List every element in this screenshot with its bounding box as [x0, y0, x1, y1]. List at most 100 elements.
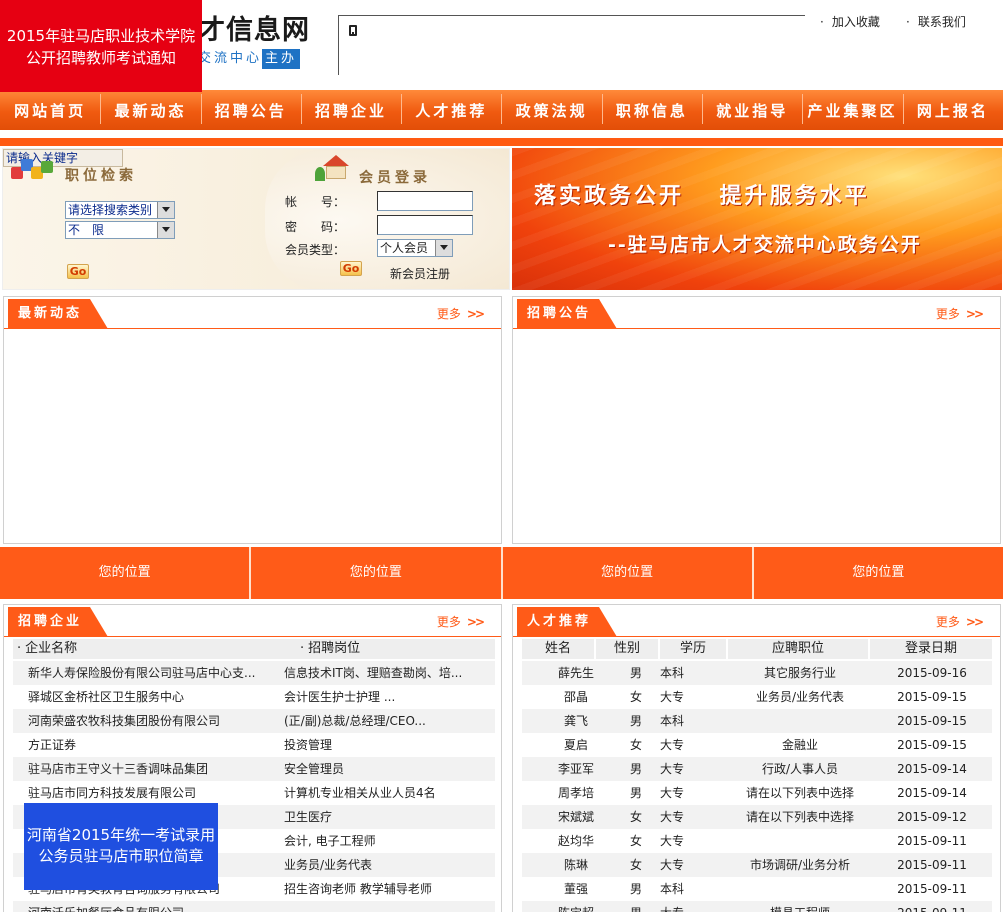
table-row[interactable]: 河南沃乐加餐厅食品有限公司	[13, 901, 495, 912]
double-chevron-right-icon: >>	[466, 615, 485, 629]
logo-subtitle-a: 交流中心	[198, 51, 263, 66]
company-name[interactable]: 驻马店市王守义十三香调味品集团	[28, 757, 284, 781]
position-cell[interactable]: 您的位置	[251, 547, 503, 599]
company-name[interactable]: 方正证券	[28, 733, 284, 757]
search-range-value: 不 限	[68, 223, 105, 237]
table-row[interactable]: 宋斌斌女大专 请在以下列表中选择 2015-09-12	[522, 805, 992, 829]
header-job-post: 招聘岗位	[300, 639, 360, 659]
double-chevron-right-icon: >>	[965, 307, 984, 321]
job-post[interactable]: 会计医生护士护理 ...	[284, 685, 495, 709]
talent-applied-position: 模具工程师	[700, 901, 900, 912]
job-post[interactable]: 会计, 电子工程师	[284, 829, 495, 853]
nav-companies[interactable]: 招聘企业	[300, 93, 401, 124]
people-icon	[9, 151, 59, 183]
table-row[interactable]: 新华人寿保险股份有限公司驻马店中心支... 信息技术IT岗、理赔查勘岗、培...	[13, 661, 495, 685]
table-row[interactable]: 陈宝超男大专模具工程师2015-09-11	[522, 901, 992, 912]
position-cell[interactable]: 您的位置	[753, 547, 1003, 599]
banner-headline: 落实政务公开 提升服务水平	[534, 184, 870, 209]
company-name[interactable]: 驿城区金桥社区卫生服务中心	[28, 685, 284, 709]
company-name[interactable]: 河南沃乐加餐厅食品有限公司	[28, 901, 284, 912]
floating-notice-blue[interactable]: 河南省2015年统一考试录用公务员驻马店市职位简章	[24, 803, 218, 890]
talent-more-link[interactable]: 更多 >>	[935, 613, 984, 630]
talent-login-date: 2015-09-16	[897, 666, 967, 680]
company-name[interactable]: 河南荣盛农牧科技集团股份有限公司	[28, 709, 284, 733]
floating-notice-red[interactable]: 2015年驻马店职业技术学院公开招聘教师考试通知	[0, 0, 202, 92]
table-row[interactable]: 赵均华女大专 2015-09-11	[522, 829, 992, 853]
news-more-link[interactable]: 更多 >>	[437, 305, 485, 322]
job-post[interactable]: (正/副)总裁/总经理/CEO...	[284, 709, 495, 733]
more-label: 更多	[935, 615, 960, 629]
member-type-select[interactable]: 个人会员	[377, 239, 453, 257]
site-logo[interactable]: 才信息网 交流中心 主办	[198, 14, 323, 72]
more-label: 更多	[436, 615, 461, 629]
banner-subline: --驻马店市人才交流中心政务公开	[608, 234, 922, 256]
position-cell[interactable]: 您的位置	[0, 547, 252, 599]
search-range-select[interactable]: 不 限	[65, 221, 175, 239]
header-company-name: 企业名称	[17, 639, 77, 659]
table-row[interactable]: 驿城区金桥社区卫生服务中心 会计医生护士护理 ...	[13, 685, 495, 709]
table-row[interactable]: 夏启女大专 金融业 2015-09-15	[522, 733, 992, 757]
account-input[interactable]	[377, 191, 473, 211]
header-education: 学历	[660, 639, 726, 659]
mobile-device-icon[interactable]	[349, 25, 357, 36]
table-row[interactable]: 陈琳女大专 市场调研/业务分析 2015-09-11	[522, 853, 992, 877]
nav-online-signup[interactable]: 网上报名	[902, 93, 1003, 124]
companies-more-link[interactable]: 更多 >>	[436, 613, 485, 630]
position-cell[interactable]: 您的位置	[502, 547, 754, 599]
talent-login-date: 2015-09-14	[897, 786, 967, 800]
nav-divider-strip	[0, 138, 1003, 146]
job-post[interactable]: 卫生医疗	[284, 805, 495, 829]
register-link[interactable]: 新会员注册	[390, 265, 450, 282]
nav-titles[interactable]: 职称信息	[601, 93, 702, 124]
job-post[interactable]: 信息技术IT岗、理赔查勘岗、培...	[284, 661, 495, 685]
table-row[interactable]: 驻马店市王守义十三香调味品集团 安全管理员	[13, 757, 495, 781]
position-bar: 您的位置 您的位置 您的位置 您的位置	[0, 547, 1003, 599]
talent-applied-position: 请在以下列表中选择	[745, 810, 854, 824]
section-title: 招聘企业	[8, 607, 108, 637]
chevron-down-icon	[157, 222, 174, 238]
talent-login-date: 2015-09-11	[897, 858, 967, 872]
member-login-title: 会员登录	[359, 170, 431, 186]
double-chevron-right-icon: >>	[965, 615, 984, 629]
logo-text: 才信息网	[198, 15, 310, 46]
announcements-more-link[interactable]: 更多 >>	[936, 305, 984, 322]
password-input[interactable]	[377, 215, 473, 235]
table-row[interactable]: 周孝培男大专 请在以下列表中选择 2015-09-14	[522, 781, 992, 805]
job-post[interactable]: 投资管理	[284, 733, 495, 757]
table-row[interactable]: 李亚军男大专 行政/人事人员 2015-09-14	[522, 757, 992, 781]
nav-policy[interactable]: 政策法规	[501, 93, 601, 124]
job-post[interactable]: 计算机专业相关从业人员4名	[284, 781, 495, 805]
company-name[interactable]: 驻马店市同方科技发展有限公司	[28, 781, 284, 805]
nav-home[interactable]: 网站首页	[0, 100, 100, 121]
search-go-button[interactable]: Go	[67, 264, 89, 279]
talent-applied-position: 业务员/业务代表	[755, 690, 845, 704]
job-post[interactable]: 安全管理员	[284, 757, 495, 781]
table-row[interactable]: 河南荣盛农牧科技集团股份有限公司 (正/副)总裁/总经理/CEO...	[13, 709, 495, 733]
talent-table-header: 姓名 性别 学历 应聘职位 登录日期	[522, 639, 992, 659]
table-row[interactable]: 龚飞男本科 2015-09-15	[522, 709, 992, 733]
talent-applied-position: 请在以下列表中选择	[745, 786, 854, 800]
header-name: 姓名	[522, 639, 594, 659]
nav-talent[interactable]: 人才推荐	[401, 93, 501, 124]
table-row[interactable]: 董强男本科 2015-09-11	[522, 877, 992, 901]
table-row[interactable]: 薛先生男本科 其它服务行业 2015-09-16	[522, 661, 992, 685]
job-post[interactable]: 业务员/业务代表	[284, 853, 495, 877]
nav-announcements[interactable]: 招聘公告	[200, 93, 301, 124]
search-category-select[interactable]: 请选择搜索类别	[65, 201, 175, 219]
house-icon	[315, 153, 353, 183]
double-chevron-right-icon: >>	[466, 307, 485, 321]
talent-applied-position: 金融业	[781, 738, 818, 752]
government-affairs-banner[interactable]: 落实政务公开 提升服务水平 --驻马店市人才交流中心政务公开	[512, 148, 1002, 290]
login-go-button[interactable]: Go	[340, 261, 362, 276]
table-row[interactable]: 邵晶女大专 业务员/业务代表 2015-09-15	[522, 685, 992, 709]
main-nav: 网站首页 最新动态 招聘公告 招聘企业 人才推荐 政策法规 职称信息 就业指导 …	[0, 90, 1003, 130]
nav-career-guide[interactable]: 就业指导	[702, 93, 802, 124]
table-row[interactable]: 方正证券 投资管理	[13, 733, 495, 757]
nav-news[interactable]: 最新动态	[100, 93, 200, 124]
nav-industry-zone[interactable]: 产业集聚区	[802, 93, 902, 124]
job-post[interactable]: 招生咨询老师 教学辅导老师	[284, 877, 495, 901]
company-name[interactable]: 新华人寿保险股份有限公司驻马店中心支...	[28, 661, 284, 685]
table-row[interactable]: 驻马店市同方科技发展有限公司 计算机专业相关从业人员4名	[13, 781, 495, 805]
add-favorite-link[interactable]: 加入收藏	[820, 13, 880, 30]
contact-us-link[interactable]: 联系我们	[906, 13, 966, 30]
